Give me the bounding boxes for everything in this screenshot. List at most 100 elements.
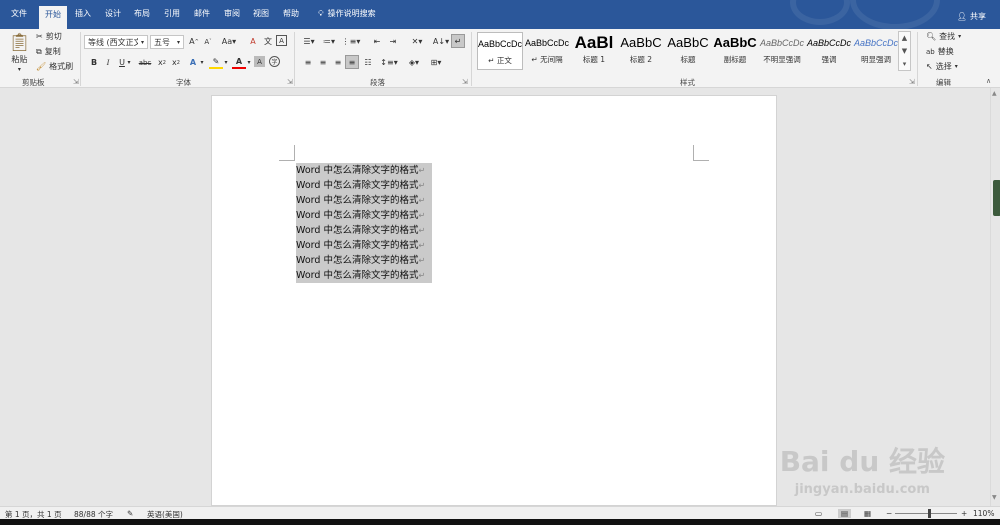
tab-layout[interactable]: 布局 (134, 8, 150, 19)
replace-button[interactable]: ab 替换 (926, 46, 954, 57)
style-intense-emphasis[interactable]: AaBbCcDc 明显强调 (853, 32, 899, 70)
justify-icon[interactable]: ≡ (345, 55, 359, 69)
more-icon[interactable]: ▾ (903, 60, 907, 68)
paste-button[interactable]: 📋︎ 粘贴 ▾ (8, 32, 31, 73)
zoom-out-icon[interactable]: − (886, 509, 892, 518)
tab-view[interactable]: 视图 (253, 8, 269, 19)
phonetic-guide-icon[interactable]: 文 (261, 35, 275, 48)
strikethrough-icon[interactable]: abc (137, 56, 153, 69)
tab-home[interactable]: 开始 (39, 6, 67, 29)
paragraph-launcher-icon[interactable]: ⇲ (462, 78, 468, 86)
font-size-combo[interactable]: 五号 ▾ (150, 35, 184, 49)
superscript-icon[interactable]: x2 (169, 56, 183, 69)
font-color-icon[interactable]: A (232, 56, 246, 69)
paragraph-mark-icon: ↵ (418, 166, 426, 175)
enclose-characters-icon[interactable]: 字 (269, 56, 280, 67)
chevron-down-icon[interactable]: ▾ (222, 56, 230, 69)
scrollbar-thumb[interactable] (993, 180, 1000, 216)
scroll-up-icon[interactable]: ▲ (992, 90, 997, 97)
read-mode-icon[interactable]: ▭ (815, 509, 822, 518)
document-line[interactable]: Word 中怎么清除文字的格式↵ (296, 178, 432, 193)
chevron-down-icon[interactable]: ▼ (902, 47, 907, 55)
chevron-down-icon[interactable]: ▾ (245, 56, 253, 69)
select-button[interactable]: ↖ 选择 ▾ (926, 61, 958, 72)
scroll-down-icon[interactable]: ▼ (992, 494, 997, 501)
shading-icon[interactable]: ◈▾ (405, 56, 423, 69)
show-marks-icon[interactable]: ↵ (451, 34, 465, 48)
line-spacing-icon[interactable]: ↕≡▾ (380, 56, 398, 69)
align-center-icon[interactable]: ≡ (316, 56, 330, 69)
bullets-icon[interactable]: ☰▾ (300, 35, 318, 48)
increase-indent-icon[interactable]: ⇥ (386, 35, 400, 48)
align-right-icon[interactable]: ≡ (331, 56, 345, 69)
tab-design[interactable]: 设计 (105, 8, 121, 19)
chevron-up-icon[interactable]: ▲ (902, 34, 907, 42)
font-name-combo[interactable]: 等线 (西文正文) ▾ (84, 35, 148, 49)
tab-insert[interactable]: 插入 (75, 8, 91, 19)
character-border-icon[interactable]: A (276, 35, 287, 46)
tab-review[interactable]: 审阅 (224, 8, 240, 19)
tell-me-search[interactable]: 💡︎ 操作说明搜索 (318, 8, 376, 19)
style-subtle-emphasis[interactable]: AaBbCcDc 不明显强调 (759, 32, 805, 70)
align-left-icon[interactable]: ≡ (301, 56, 315, 69)
style-emphasis[interactable]: AaBbCcDc 强调 (806, 32, 852, 70)
grow-font-icon[interactable]: A ^ (187, 35, 201, 48)
chinese-layout-icon[interactable]: ✕▾ (408, 35, 426, 48)
change-case-icon[interactable]: Aa▾ (220, 35, 238, 48)
document-line[interactable]: Word 中怎么清除文字的格式↵ (296, 238, 432, 253)
styles-gallery-scroll[interactable]: ▲ ▼ ▾ (898, 31, 911, 71)
highlight-icon[interactable]: ✎ (209, 56, 223, 69)
tell-me-label: 操作说明搜索 (327, 9, 376, 18)
tab-file[interactable]: 文件 (11, 8, 27, 19)
line-text: Word 中怎么清除文字的格式 (296, 165, 419, 176)
document-line[interactable]: Word 中怎么清除文字的格式↵ (296, 208, 432, 223)
tab-mailings[interactable]: 邮件 (194, 8, 210, 19)
share-button[interactable]: 👤︎ 共享 (957, 11, 986, 22)
document-line[interactable]: Word 中怎么清除文字的格式↵ (296, 253, 432, 268)
multilevel-list-icon[interactable]: ⋮≡▾ (342, 35, 361, 48)
line-text: Word 中怎么清除文字的格式 (296, 225, 419, 236)
decrease-indent-icon[interactable]: ⇤ (370, 35, 384, 48)
format-painter-button[interactable]: 🖌︎ 格式刷 (36, 61, 73, 72)
document-line[interactable]: Word 中怎么清除文字的格式↵ (296, 193, 432, 208)
tab-help[interactable]: 帮助 (283, 8, 299, 19)
character-shading-icon[interactable]: A (254, 56, 265, 67)
distributed-icon[interactable]: ☷ (361, 56, 375, 69)
shrink-font-icon[interactable]: Aˇ (201, 35, 215, 48)
clipboard-launcher-icon[interactable]: ⇲ (73, 78, 79, 86)
style-heading-1[interactable]: AaBl 标题 1 (571, 32, 617, 70)
copy-button[interactable]: ⧉ 复制 (36, 46, 61, 57)
style-subtitle[interactable]: AaBbC 副标题 (712, 32, 758, 70)
collapse-ribbon-icon[interactable]: ∧ (986, 77, 991, 85)
document-line[interactable]: Word 中怎么清除文字的格式↵ (296, 268, 432, 283)
chevron-down-icon[interactable]: ▾ (125, 56, 133, 69)
document-line[interactable]: Word 中怎么清除文字的格式↵ (296, 163, 432, 178)
tab-references[interactable]: 引用 (164, 8, 180, 19)
numbering-icon[interactable]: ≔▾ (320, 35, 338, 48)
zoom-in-icon[interactable]: + (961, 509, 967, 518)
web-layout-icon[interactable]: ▦ (864, 509, 871, 518)
find-button[interactable]: 🔍︎ 查找 ▾ (926, 31, 961, 42)
borders-icon[interactable]: ⊞▾ (427, 56, 445, 69)
cut-button[interactable]: ✂ 剪切 (36, 31, 62, 42)
bold-icon[interactable]: B (87, 56, 101, 69)
vertical-scrollbar[interactable]: ▲ ▼ (990, 88, 1000, 506)
zoom-slider[interactable] (895, 509, 957, 518)
subscript-icon[interactable]: x2 (155, 56, 169, 69)
print-layout-icon[interactable]: ▤ (838, 509, 852, 518)
chevron-down-icon[interactable]: ▾ (198, 56, 206, 69)
style-normal[interactable]: AaBbCcDc ↵ 正文 (477, 32, 523, 70)
style-no-spacing[interactable]: AaBbCcDc ↵ 无间隔 (524, 32, 570, 70)
zoom-level[interactable]: 110% (973, 509, 994, 518)
style-title[interactable]: AaBbC 标题 (665, 32, 711, 70)
style-heading-2-name: 标题 2 (629, 55, 653, 64)
proofing-icon[interactable]: ✎ (127, 509, 133, 518)
style-heading-2[interactable]: AaBbC 标题 2 (618, 32, 664, 70)
sort-icon[interactable]: A↓▾ (432, 35, 450, 48)
styles-launcher-icon[interactable]: ⇲ (909, 78, 915, 86)
italic-icon[interactable]: I (101, 56, 115, 69)
zoom-slider-handle[interactable] (928, 509, 931, 518)
clear-formatting-icon[interactable]: A (246, 35, 260, 48)
document-line[interactable]: Word 中怎么清除文字的格式↵ (296, 223, 432, 238)
font-launcher-icon[interactable]: ⇲ (287, 78, 293, 86)
